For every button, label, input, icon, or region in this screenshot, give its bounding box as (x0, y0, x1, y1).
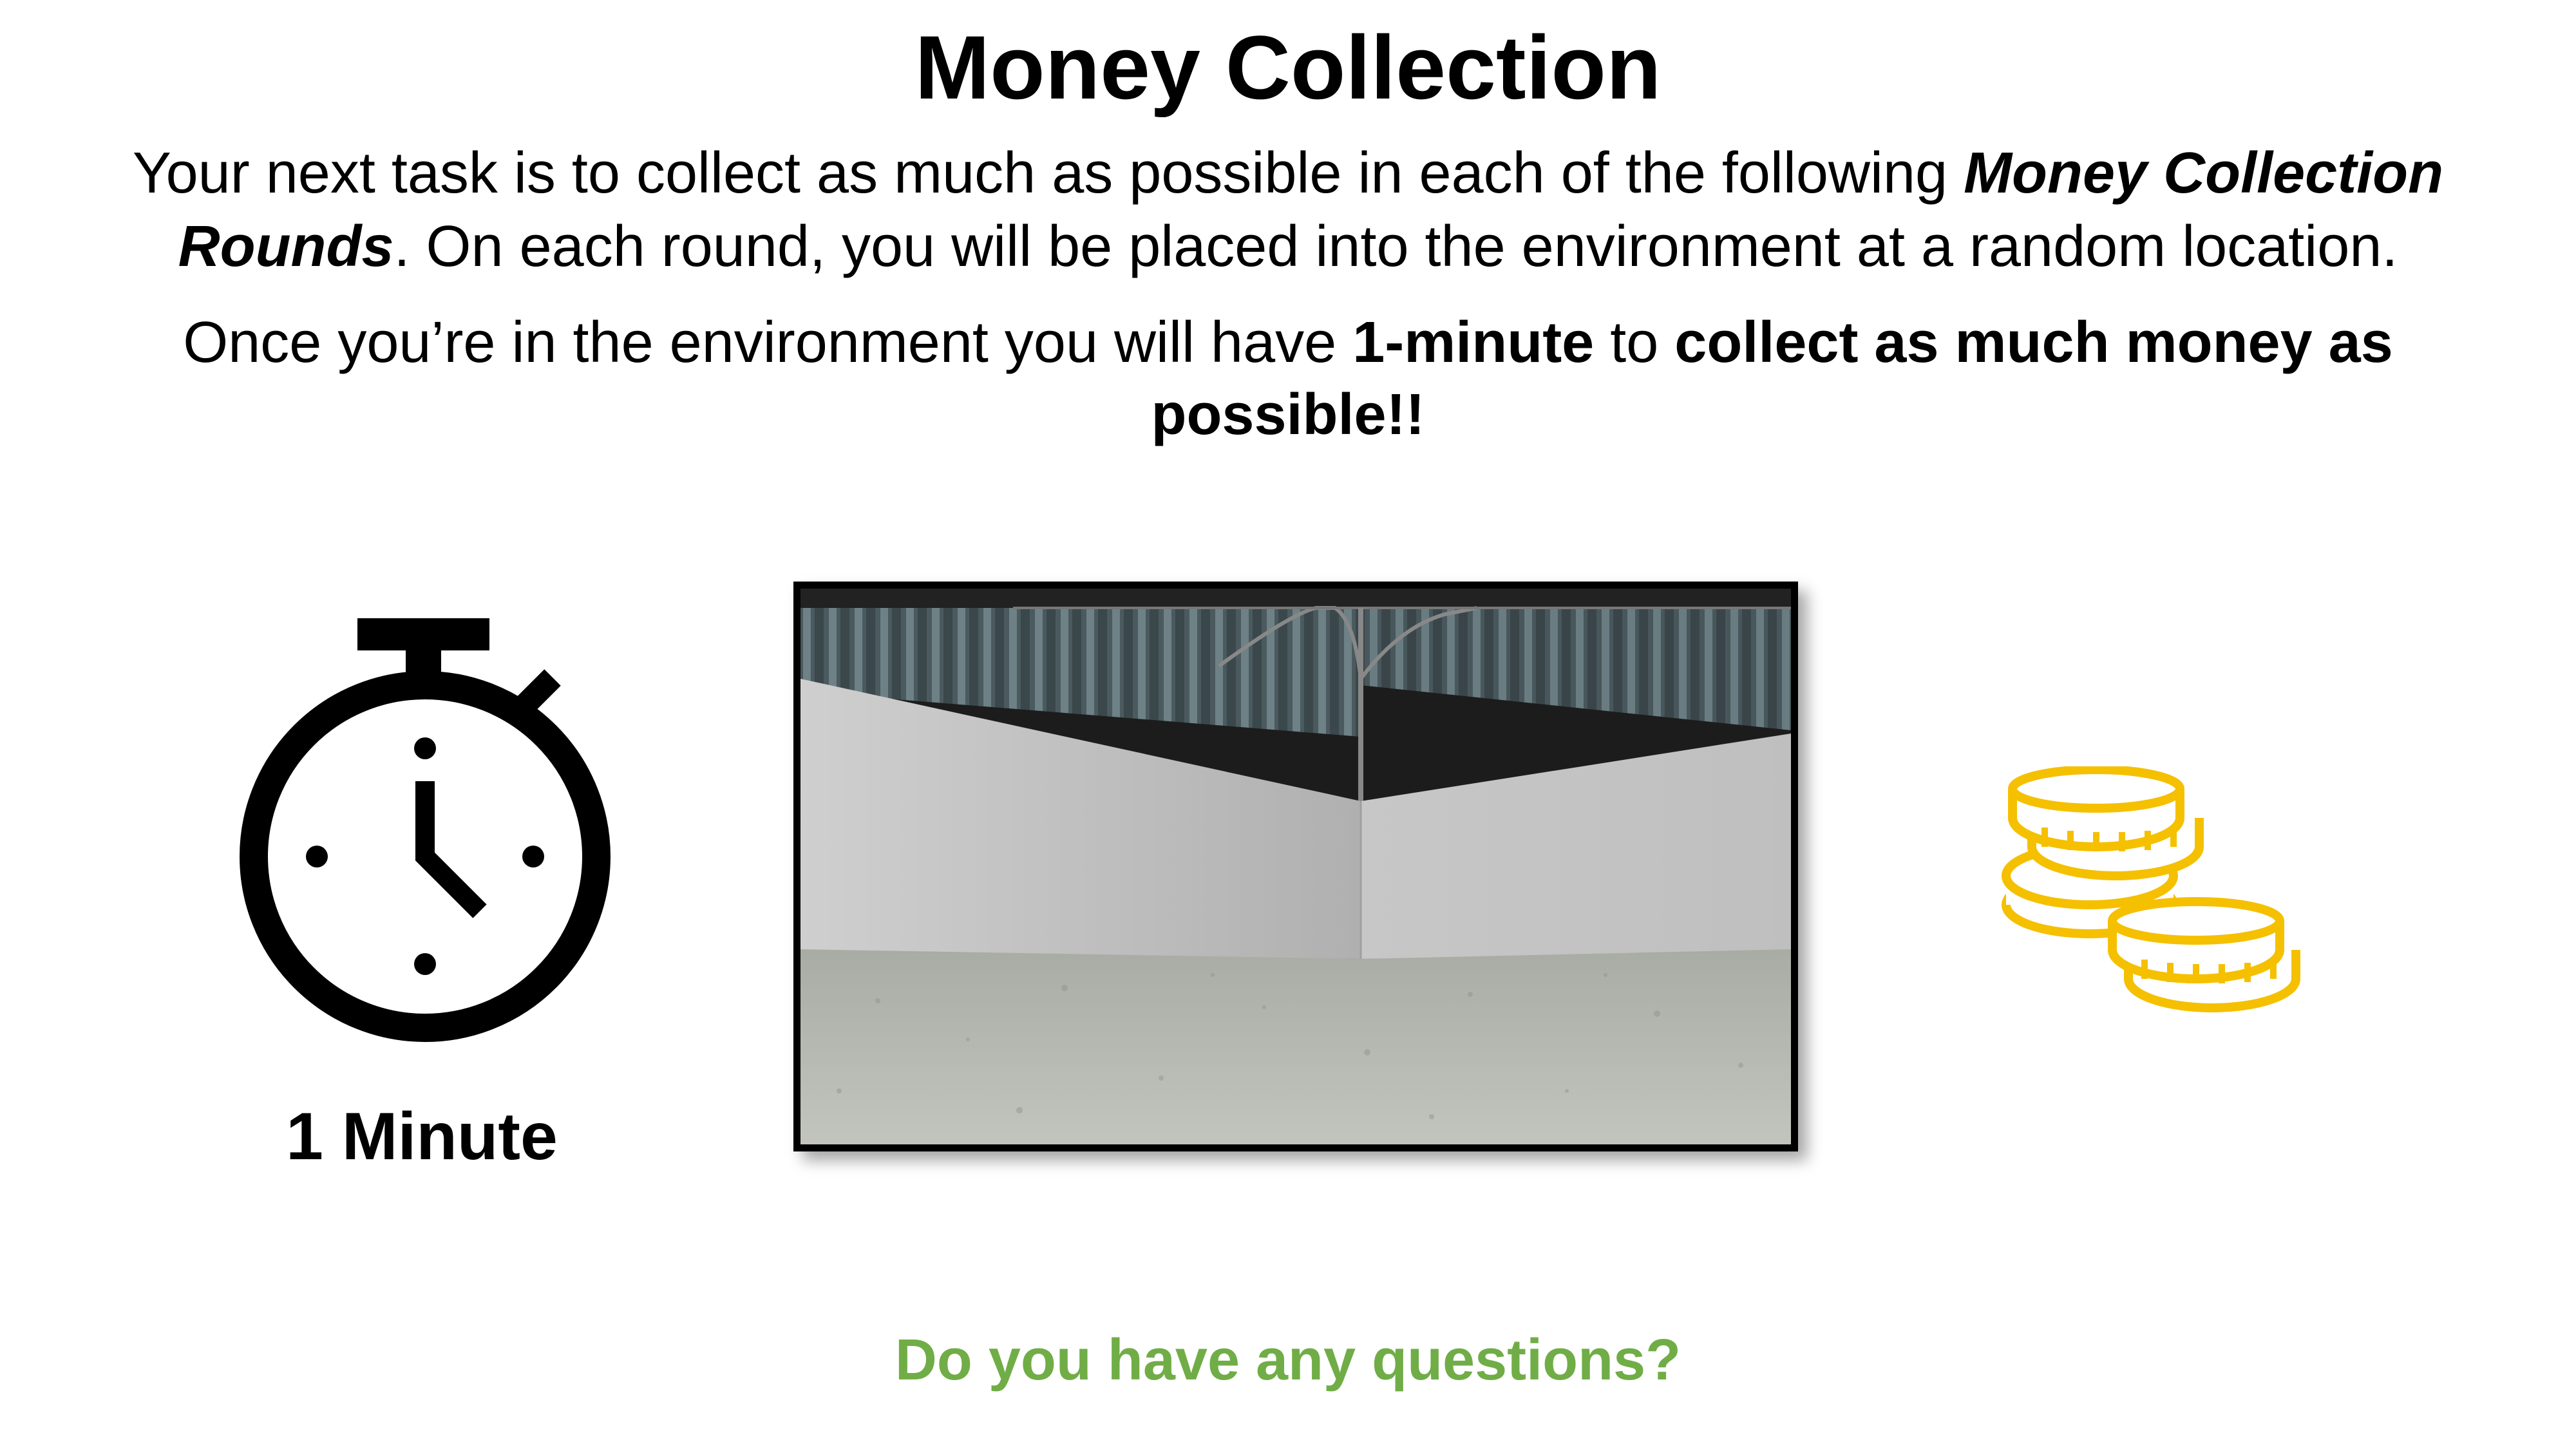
time-limit-text-middle: to (1594, 310, 1675, 375)
timer-label: 1 Minute (286, 1099, 558, 1174)
instructions-paragraph: Your next task is to collect as much as … (97, 137, 2479, 283)
questions-prompt: Do you have any questions? (895, 1328, 1681, 1392)
instructions-text-start: Your next task is to collect as much as … (132, 141, 1964, 205)
time-limit-paragraph: Once you’re in the environment you will … (97, 307, 2479, 451)
time-limit-text-start: Once you’re in the environment you will … (183, 310, 1353, 375)
instructions-text-end: . On each round, you will be placed into… (393, 214, 2398, 279)
time-limit-duration: 1-minute (1352, 310, 1595, 375)
environment-preview-image (793, 582, 1798, 1151)
stopwatch-icon (229, 609, 615, 1059)
slide-title: Money Collection (914, 17, 1662, 118)
coin-stack-icon (1990, 765, 2351, 1056)
